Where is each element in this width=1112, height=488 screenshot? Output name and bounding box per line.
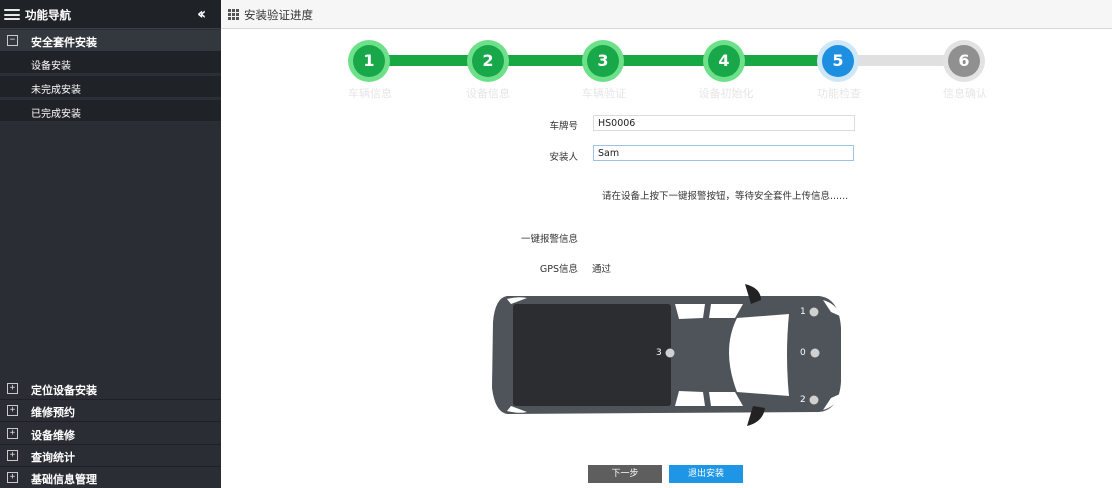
- expand-toggle-icon[interactable]: +: [7, 428, 18, 439]
- step-1: 1: [348, 40, 390, 82]
- exit-install-button[interactable]: 退出安装: [669, 465, 743, 483]
- sidebar-group-label: 设备维修: [31, 429, 75, 442]
- expand-toggle-icon[interactable]: +: [7, 472, 18, 483]
- sidebar-item-incomplete-install[interactable]: 未完成安装: [0, 76, 221, 98]
- car-top-view-icon: [492, 284, 841, 426]
- vehicle-diagram: 1 0 2 3: [489, 282, 845, 428]
- plate-label: 车牌号: [549, 121, 578, 132]
- sensor-2-label: 2: [800, 395, 806, 405]
- step-6: 6: [943, 40, 985, 82]
- step-2: 2: [467, 40, 509, 82]
- sensor-1-label: 1: [800, 307, 806, 317]
- step-connector: [744, 55, 820, 66]
- installer-label: 安装人: [549, 152, 578, 163]
- sidebar-item-label: 未完成安装: [31, 85, 81, 96]
- installer-input[interactable]: [593, 145, 854, 161]
- gps-info-value: 通过: [592, 264, 612, 275]
- sidebar-item-completed-install[interactable]: 已完成安装: [0, 100, 221, 122]
- sidebar-title: 功能导航: [25, 8, 71, 22]
- step-3-label: 车辆验证: [582, 87, 626, 100]
- expand-toggle-icon[interactable]: +: [7, 383, 18, 394]
- step-6-label: 信息确认: [943, 87, 987, 100]
- step-connector: [857, 55, 947, 66]
- step-connector: [508, 55, 584, 66]
- sidebar-group-label: 维修预约: [31, 406, 75, 419]
- page-header: 安装验证进度: [221, 0, 1112, 29]
- alarm-info-label: 一键报警信息: [520, 234, 578, 245]
- step-1-label: 车辆信息: [348, 87, 392, 100]
- menu-icon[interactable]: [4, 9, 20, 20]
- sensor-3-label: 3: [656, 348, 662, 358]
- sidebar-header: 功能导航 ‹‹: [0, 0, 221, 29]
- expand-toggle-icon[interactable]: +: [7, 405, 18, 416]
- sidebar: 功能导航 ‹‹ − 安全套件安装 设备安装 未完成安装 已完成安装 + 定位设备…: [0, 0, 221, 488]
- sidebar-group-label: 查询统计: [31, 451, 75, 464]
- sidebar-group-locator-install[interactable]: + 定位设备安装: [0, 378, 221, 400]
- step-4-label: 设备初始化: [698, 87, 754, 100]
- step-2-label: 设备信息: [466, 87, 510, 100]
- sidebar-empty-area: [0, 123, 221, 377]
- sidebar-group-safety-kit-install[interactable]: − 安全套件安装: [0, 30, 221, 52]
- sidebar-group-label: 定位设备安装: [31, 384, 97, 397]
- page-title: 安装验证进度: [244, 8, 313, 22]
- next-step-button[interactable]: 下一步: [588, 465, 662, 483]
- sidebar-group-device-repair[interactable]: + 设备维修: [0, 423, 221, 445]
- sidebar-group-label: 安全套件安装: [31, 36, 97, 49]
- plate-input[interactable]: [593, 115, 855, 131]
- gps-info-label: GPS信息: [539, 264, 578, 275]
- alarm-instruction-text: 请在设备上按下一键报警按钮，等待安全套件上传信息......: [602, 191, 849, 202]
- sidebar-item-device-install[interactable]: 设备安装: [0, 52, 221, 74]
- step-3: 3: [582, 40, 624, 82]
- step-5-label: 功能检查: [817, 87, 861, 100]
- step-5: 5: [817, 40, 859, 82]
- collapse-toggle-icon[interactable]: −: [7, 35, 18, 46]
- expand-toggle-icon[interactable]: +: [7, 450, 18, 461]
- grid-icon: [228, 9, 239, 20]
- sidebar-group-query-stats[interactable]: + 查询统计: [0, 445, 221, 467]
- sensor-0-label: 0: [800, 348, 806, 358]
- sidebar-group-basic-info[interactable]: + 基础信息管理: [0, 467, 221, 488]
- sidebar-group-label: 基础信息管理: [31, 473, 97, 486]
- sidebar-group-repair-booking[interactable]: + 维修预约: [0, 400, 221, 422]
- step-connector: [622, 55, 704, 66]
- step-4: 4: [703, 40, 745, 82]
- step-connector: [389, 55, 469, 66]
- double-chevron-left-icon[interactable]: ‹‹: [197, 4, 206, 23]
- sidebar-item-label: 已完成安装: [31, 109, 81, 120]
- sidebar-item-label: 设备安装: [31, 61, 71, 72]
